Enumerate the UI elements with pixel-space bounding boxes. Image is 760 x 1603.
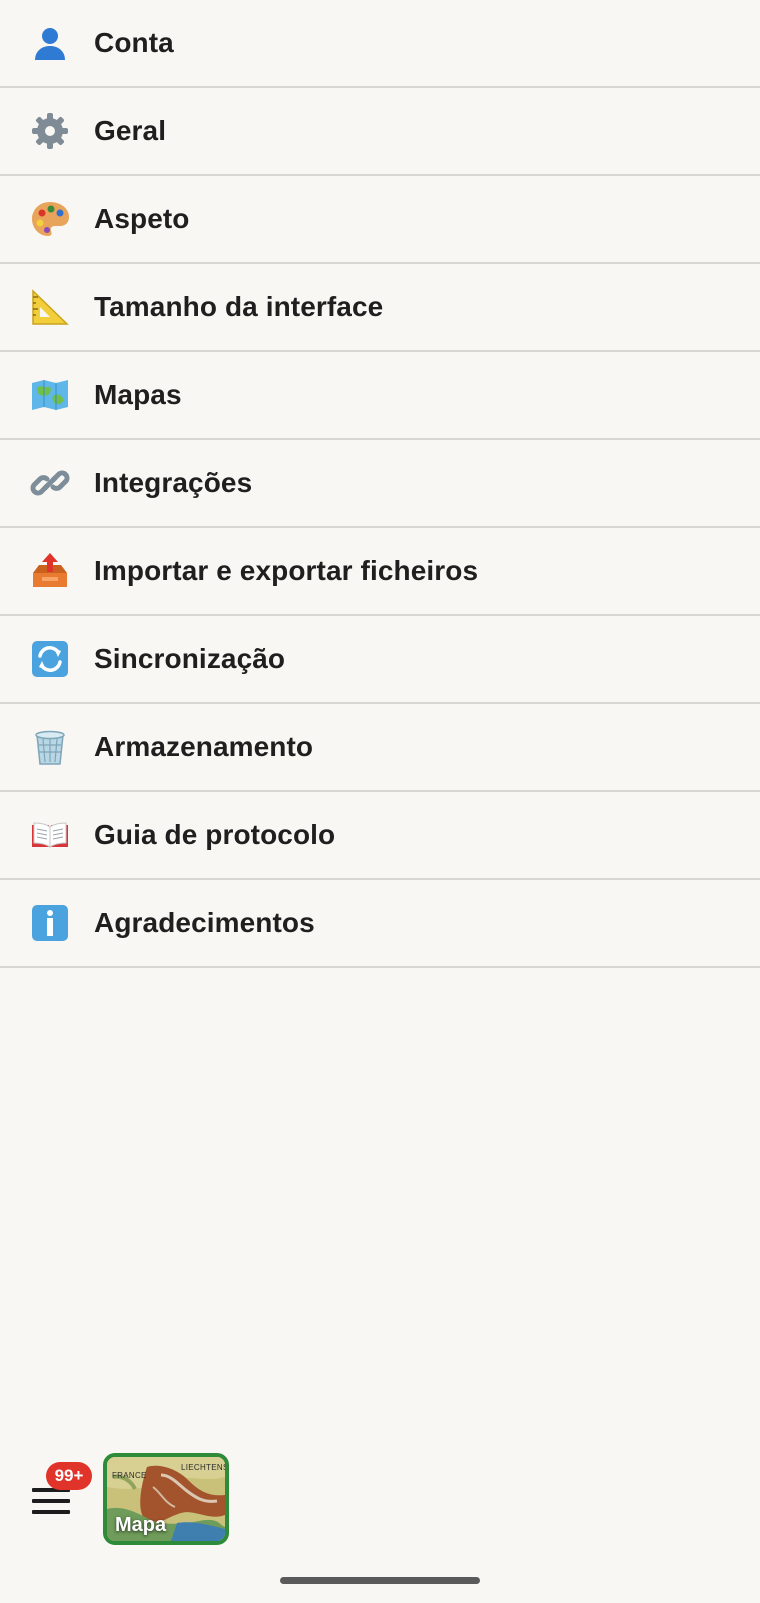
map-button[interactable]: FRANCE LIECHTENS Mapa: [103, 1453, 229, 1545]
menu-item-label: Guia de protocolo: [94, 819, 336, 850]
menu-item-label: Tamanho da interface: [94, 291, 384, 322]
menu-item-conta[interactable]: Conta: [0, 0, 760, 88]
menu-item-label: Armazenamento: [94, 731, 314, 762]
palette-icon: [30, 199, 70, 239]
home-indicator[interactable]: [280, 1577, 480, 1584]
menu-item-label: Geral: [94, 115, 167, 146]
gear-icon: [30, 111, 70, 151]
map-button-label: Mapa: [115, 1514, 167, 1536]
outbox-tray-icon: [30, 551, 70, 591]
open-book-icon: [30, 815, 70, 855]
menu-item-label: Sincronização: [94, 643, 286, 674]
menu-item-sincronizacao[interactable]: Sincronização: [0, 616, 760, 704]
menu-item-label: Conta: [94, 27, 174, 58]
map-icon: [30, 375, 70, 415]
menu-item-importar-exportar[interactable]: Importar e exportar ficheiros: [0, 528, 760, 616]
menu-item-aspeto[interactable]: Aspeto: [0, 176, 760, 264]
menu-item-label: Aspeto: [94, 203, 190, 234]
menu-bar-line: [32, 1499, 70, 1503]
menu-item-armazenamento[interactable]: Armazenamento: [0, 704, 760, 792]
settings-menu-list: Conta Geral Aspeto Tamanho da interface …: [0, 0, 760, 968]
menu-item-geral[interactable]: Geral: [0, 88, 760, 176]
menu-item-mapas[interactable]: Mapas: [0, 352, 760, 440]
map-region-label: FRANCE: [112, 1471, 147, 1480]
menu-item-guia-de-protocolo[interactable]: Guia de protocolo: [0, 792, 760, 880]
map-region-label: LIECHTENS: [181, 1463, 229, 1472]
menu-bar-line: [32, 1510, 70, 1514]
menu-item-integracoes[interactable]: Integrações: [0, 440, 760, 528]
ruler-icon: [30, 287, 70, 327]
person-icon: [30, 23, 70, 63]
info-icon: [30, 903, 70, 943]
notification-badge: 99+: [46, 1462, 92, 1490]
link-icon: [30, 463, 70, 503]
menu-item-agradecimentos[interactable]: Agradecimentos: [0, 880, 760, 968]
sync-arrows-icon: [30, 639, 70, 679]
wastebasket-icon: [30, 727, 70, 767]
menu-item-label: Agradecimentos: [94, 907, 315, 938]
menu-item-label: Importar e exportar ficheiros: [94, 555, 479, 586]
menu-item-label: Integrações: [94, 467, 253, 498]
menu-item-label: Mapas: [94, 379, 182, 410]
menu-item-tamanho-da-interface[interactable]: Tamanho da interface: [0, 264, 760, 352]
